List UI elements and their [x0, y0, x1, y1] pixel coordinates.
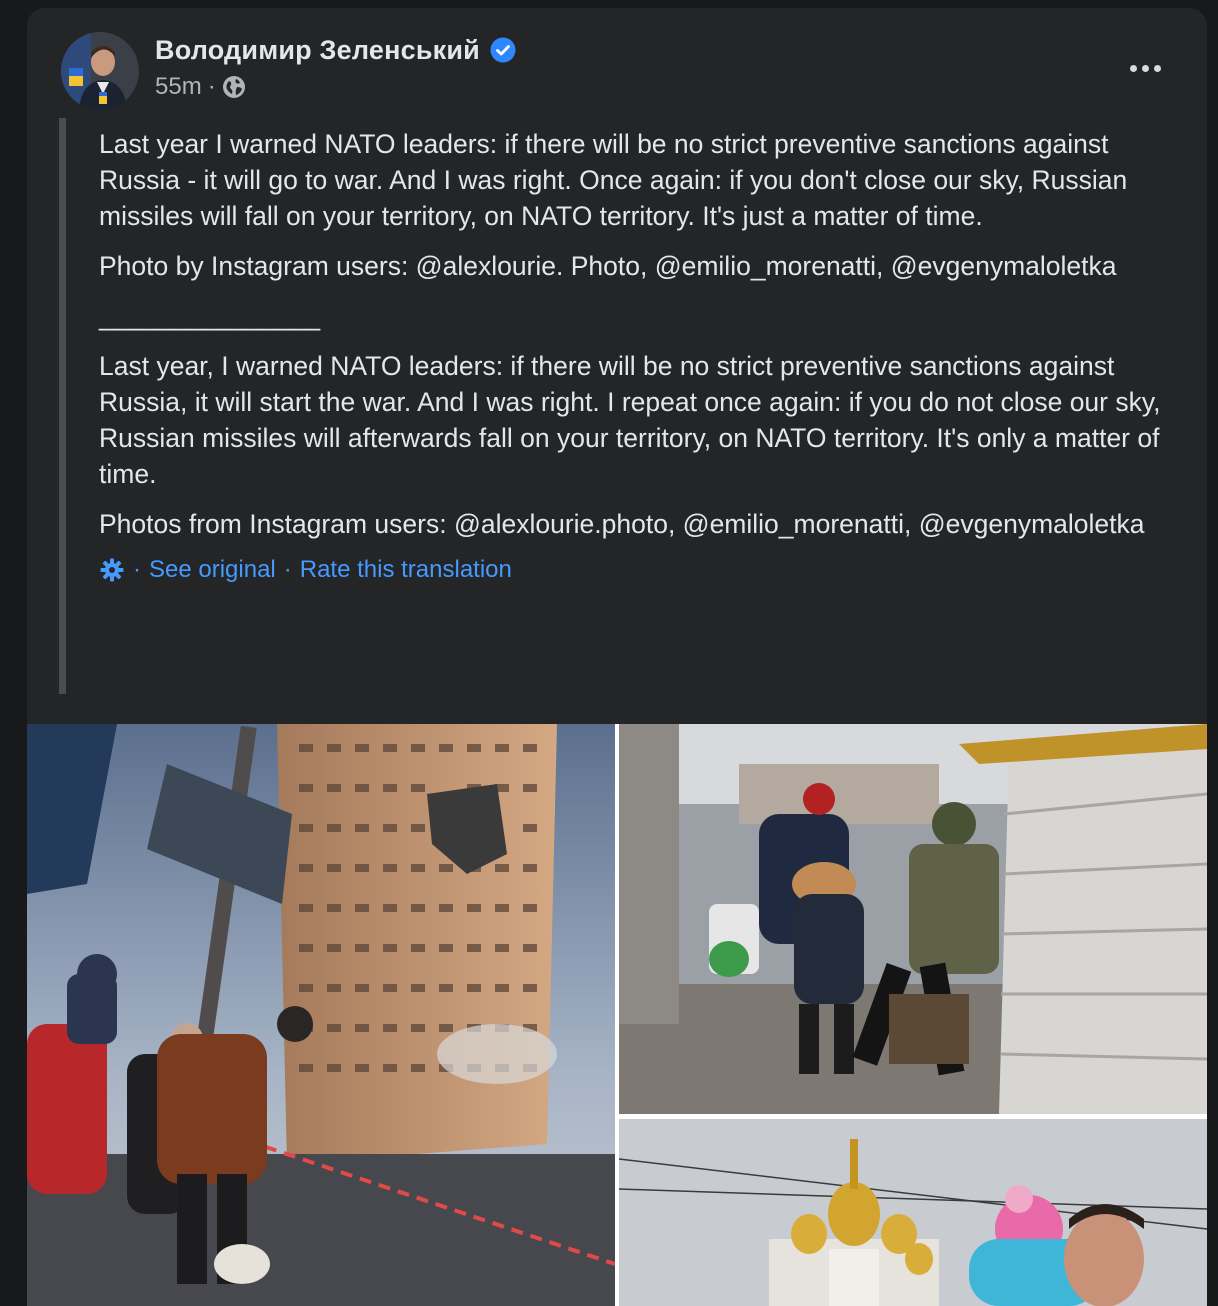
- post-timestamp[interactable]: 55m: [155, 73, 202, 101]
- post-card: Володимир Зеленський 55m · Last year I w…: [27, 8, 1207, 1306]
- see-original-link[interactable]: See original: [149, 552, 276, 588]
- gear-icon[interactable]: [99, 557, 125, 583]
- photo-1[interactable]: [27, 724, 615, 1306]
- photo-3[interactable]: [619, 1119, 1207, 1306]
- rate-translation-link[interactable]: Rate this translation: [300, 552, 512, 588]
- post-paragraph-2: Photo by Instagram users: @alexlourie. P…: [99, 251, 1117, 281]
- author-name[interactable]: Володимир Зеленський: [155, 35, 480, 66]
- translation-separator: ·: [283, 556, 292, 583]
- post-paragraph-3: Last year, I warned NATO leaders: if the…: [99, 351, 1161, 489]
- globe-icon[interactable]: [222, 75, 246, 99]
- meta-separator: ·: [207, 73, 216, 100]
- post-paragraph-1: Last year I warned NATO leaders: if ther…: [99, 129, 1128, 231]
- author-row: Володимир Зеленський: [155, 32, 516, 68]
- more-options-icon[interactable]: [1123, 56, 1167, 80]
- post-paragraph-4: Photos from Instagram users: @alexlourie…: [99, 509, 1145, 539]
- author-avatar[interactable]: [61, 32, 139, 110]
- translation-row: · See original · Rate this translation: [99, 552, 1189, 588]
- translation-separator: ·: [133, 556, 141, 583]
- post-divider: _______________: [99, 301, 321, 331]
- photo-2[interactable]: [619, 724, 1207, 1114]
- post-body: Last year I warned NATO leaders: if ther…: [99, 126, 1189, 588]
- translation-quote-bar: [59, 118, 66, 694]
- photo-grid: [27, 724, 1207, 1306]
- verified-badge-icon: [490, 37, 516, 63]
- post-meta: 55m ·: [155, 72, 246, 102]
